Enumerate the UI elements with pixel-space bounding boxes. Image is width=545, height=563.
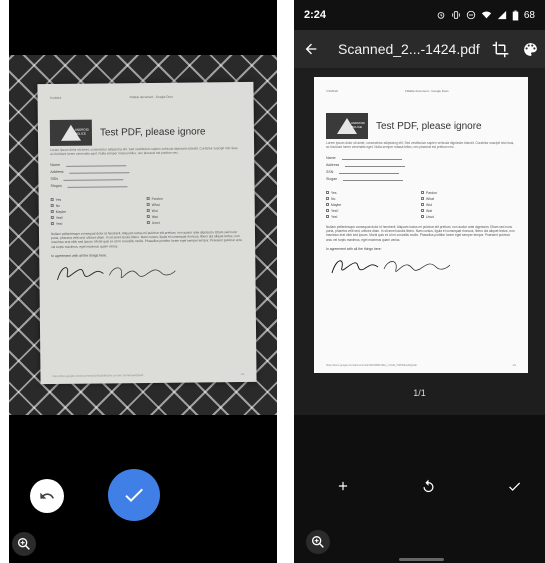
check-icon (125, 488, 143, 502)
doc-title: Test PDF, please ignore (376, 120, 482, 132)
color-filter-button[interactable] (515, 30, 545, 68)
back-button[interactable] (294, 30, 328, 68)
crop-button[interactable] (485, 30, 515, 68)
camera-preview: 7/1/2019 Fillable document - Google Docs… (9, 55, 277, 415)
scan-preview-area: 7/1/2019 Fillable document - Google Docs… (294, 68, 545, 415)
screenshot-stage: 7/1/2019 Fillable document - Google Docs… (0, 0, 545, 563)
battery-percent: 68 (523, 9, 535, 21)
status-icons: 68 (436, 10, 535, 21)
doc-paragraph: Nullam pellentesque consequat dolor id h… (326, 224, 515, 242)
retake-button[interactable] (416, 474, 440, 498)
doc-header-title: Fillable document - Google Docs (129, 94, 174, 100)
signal-icon (497, 10, 507, 20)
doc-checkboxes: Yes Pardon No What Maybe Wut Yes!! Wat Y… (326, 191, 516, 219)
doc-header: 7/1/2019 Fillable document - Google Docs (50, 94, 242, 100)
doc-fields: Name Address SSN Slogan (50, 161, 242, 188)
doc-field: Address (50, 168, 242, 174)
add-page-button[interactable] (331, 474, 355, 498)
zoom-in-icon (312, 536, 324, 548)
crop-icon (492, 41, 508, 57)
gesture-nav-pill[interactable] (399, 558, 444, 561)
doc-footer: https://docs.google.com/document/d/1Wr2d… (52, 372, 245, 378)
save-done-button[interactable] (502, 474, 526, 498)
status-bar: 2:24 68 (294, 0, 545, 30)
refresh-icon (423, 479, 433, 492)
doc-paragraph: Nullam pellentesque consequat dolor id h… (50, 229, 243, 249)
doc-footer: https://docs.google.com/document/d/1Wr2d… (326, 364, 516, 367)
doc-top: ANDROID POLICE Test PDF, please ignore (49, 118, 242, 147)
doc-field: Slogan (50, 182, 242, 188)
right-phone-screen: 2:24 68 Scanned_2...-1424.pdf 7/1/2019 F… (294, 0, 545, 563)
app-bar: Scanned_2...-1424.pdf (294, 30, 545, 68)
logo-text: ANDROID POLICE (74, 127, 89, 136)
doc-agreement: In agreement with all the things here: (326, 247, 382, 251)
doc-field: Name (50, 161, 242, 167)
doc-intro: Lorem ipsum dolor sit amet, consectetur … (50, 146, 239, 157)
plus-icon (338, 481, 348, 491)
arrow-back-icon (305, 43, 317, 55)
captured-document-content: 7/1/2019 Fillable document - Google Docs… (37, 82, 256, 384)
doc-agreement: In agreement with all the things here: (51, 253, 107, 259)
check-icon (508, 482, 520, 491)
doc-header: 7/1/2019 Fillable document - Google Docs (326, 89, 449, 93)
page-counter: 1/1 (413, 388, 426, 398)
file-title: Scanned_2...-1424.pdf (338, 41, 480, 57)
android-police-logo: ANDROID POLICE (326, 113, 368, 139)
android-police-logo: ANDROID POLICE (49, 119, 93, 147)
palette-icon (523, 42, 537, 56)
status-time: 2:24 (304, 9, 327, 21)
doc-field: SSN (50, 175, 242, 181)
captured-document-photo: 7/1/2019 Fillable document - Google Docs… (37, 81, 257, 385)
vibrate-icon (452, 11, 460, 19)
dnd-icon (466, 10, 476, 20)
zoom-in-icon (17, 538, 30, 550)
alarm-icon (437, 12, 445, 19)
doc-intro: Lorem ipsum dolor sit amet, consectetur … (326, 141, 515, 150)
doc-header-date: 7/1/2019 (49, 95, 62, 101)
doc-checkboxes: Yes Pardon No What Maybe Wut Yes!! Wat Y… (50, 196, 243, 226)
doc-fields: Name Address SSN Slogan (326, 156, 516, 181)
wifi-icon (481, 11, 491, 19)
left-zoom-button[interactable] (12, 532, 36, 556)
battery-icon (512, 10, 519, 20)
signature (51, 260, 243, 286)
retake-undo-button[interactable] (30, 479, 64, 513)
doc-title: Test PDF, please ignore (99, 125, 206, 138)
signature (326, 255, 516, 279)
scanned-document-content: 7/1/2019 Fillable document - Google Docs… (314, 77, 528, 373)
confirm-scan-button[interactable] (108, 469, 160, 521)
right-zoom-button[interactable] (306, 530, 330, 554)
scanned-page[interactable]: 7/1/2019 Fillable document - Google Docs… (314, 77, 528, 373)
undo-icon (40, 492, 54, 499)
